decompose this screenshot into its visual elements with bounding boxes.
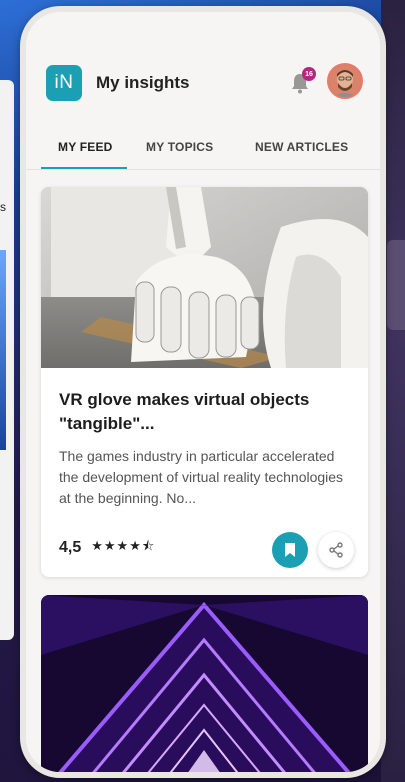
share-button[interactable] [318,532,354,568]
bookmark-button[interactable] [272,532,308,568]
notification-badge: 16 [302,67,316,81]
tab-my-topics[interactable]: MY TOPICS [146,140,213,154]
article-card-2[interactable] [41,595,368,772]
background-side-tab [387,240,405,330]
bookmark-icon [285,543,295,557]
article-excerpt: The games industry in particular acceler… [59,448,344,506]
active-tab-indicator [41,167,127,169]
purple-neon-tunnel-image [41,595,368,772]
article-title[interactable]: VR glove makes virtual objects "tangible… [59,388,351,436]
background-partial-text: s [0,200,6,214]
article-card[interactable]: VR glove makes virtual objects "tangible… [41,187,368,577]
rating-value: 4,5 [59,539,82,556]
feed-tabs: MY FEED MY TOPICS NEW ARTICLES [26,132,380,172]
tab-divider [26,169,380,170]
app-screen: iN My insights 16 MY FEED MY TOPICS NEW … [26,12,380,772]
avatar[interactable] [327,63,363,99]
background-image-strip [0,250,6,450]
app-header: iN My insights 16 [26,12,380,112]
background-app-card [0,80,14,640]
page-title: My insights [96,73,190,92]
star-rating-icon: ★★★★⯪ [91,538,156,553]
tab-new-articles[interactable]: NEW ARTICLES [255,140,348,154]
app-logo: iN [46,65,82,101]
article-rating: 4,5 ★★★★⯪ [59,537,155,559]
share-icon [329,542,343,558]
phone-frame: iN My insights 16 MY FEED MY TOPICS NEW … [20,6,386,778]
avatar-photo [329,65,361,97]
tab-my-feed[interactable]: MY FEED [58,140,113,154]
robot-hand-image [41,187,368,368]
